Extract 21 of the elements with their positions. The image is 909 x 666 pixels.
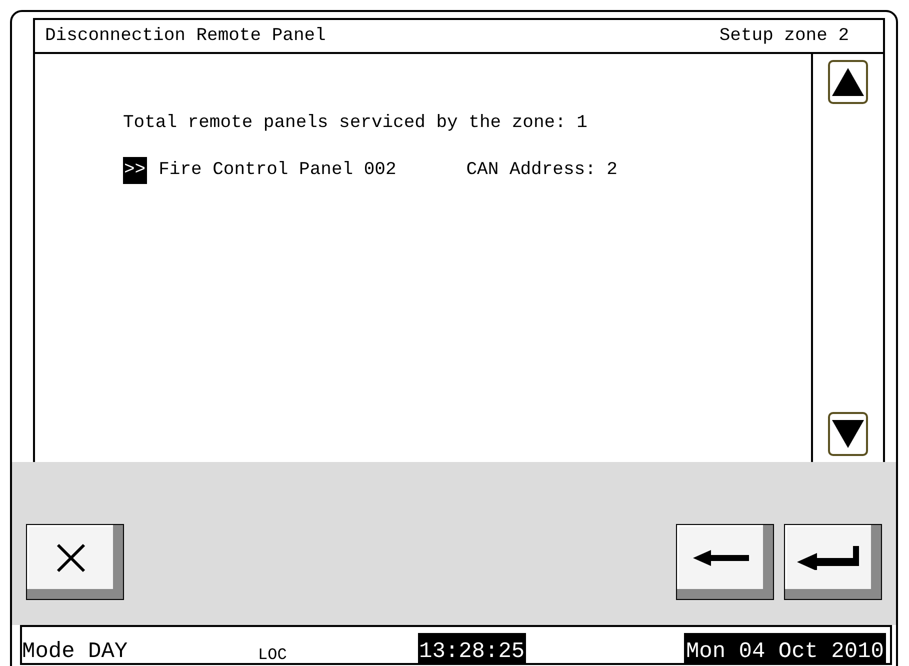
panel-name: Fire Control Panel 002	[158, 159, 396, 182]
date-display: Mon 04 Oct 2010	[684, 633, 886, 663]
left-arrow-icon	[693, 550, 749, 566]
scroll-up-button[interactable]	[828, 60, 868, 104]
up-triangle-icon	[832, 68, 864, 96]
summary-text: Total remote panels serviced by the zone: 1	[123, 112, 588, 135]
enter-button[interactable]	[784, 524, 882, 600]
screen-title: Disconnection Remote Panel	[45, 24, 326, 48]
close-icon	[54, 543, 88, 573]
scroll-down-button[interactable]	[828, 412, 868, 456]
return-arrow-icon	[797, 546, 861, 570]
mode-label: Mode DAY	[22, 641, 129, 663]
zone-label: Setup zone 2	[719, 24, 850, 48]
cancel-button[interactable]	[26, 524, 124, 600]
selection-marker: >>	[123, 157, 147, 184]
back-button[interactable]	[676, 524, 774, 600]
loc-label: LOC	[258, 647, 288, 663]
time-display: 13:28:25	[418, 633, 526, 663]
can-address: CAN Address: 2	[466, 159, 618, 182]
panel-list-item[interactable]: >> Fire Control Panel 002 CAN Address: 2	[123, 157, 811, 184]
down-triangle-icon	[832, 420, 864, 448]
